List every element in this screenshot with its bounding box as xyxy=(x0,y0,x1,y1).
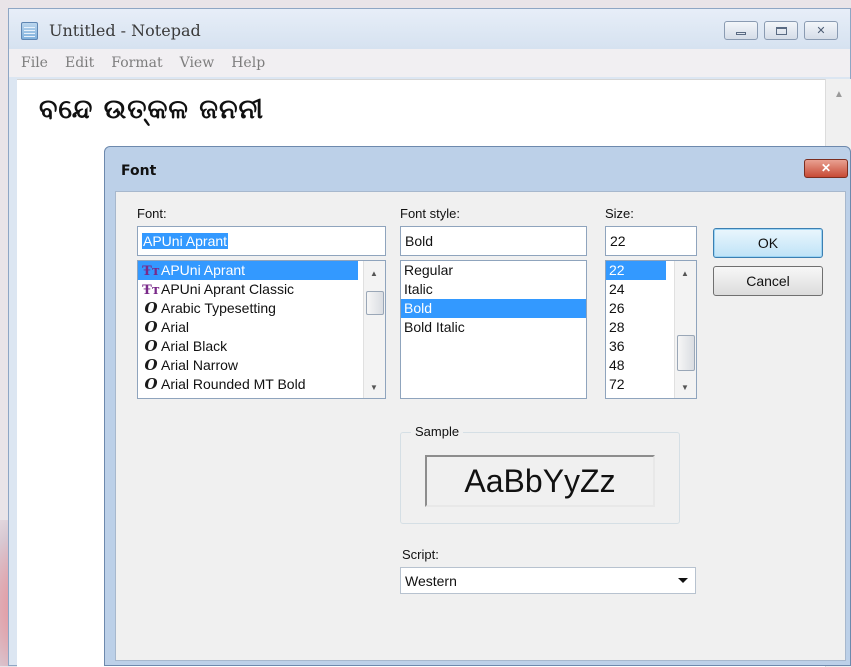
editor-text: ବନ୍ଦେ ଉତ୍କଳ ଜନନୀ xyxy=(39,94,265,125)
font-list-item[interactable]: O Arial Narrow xyxy=(138,356,385,375)
opentype-icon: O xyxy=(144,337,158,355)
dialog-titlebar[interactable]: Font ✕ xyxy=(105,147,850,191)
menu-format[interactable]: Format xyxy=(105,55,173,71)
truetype-icon: Ŧᴛ xyxy=(142,283,160,298)
menu-help[interactable]: Help xyxy=(225,55,276,71)
maximize-icon xyxy=(775,26,787,35)
notepad-icon xyxy=(21,22,38,40)
minimize-icon xyxy=(736,32,746,35)
font-list[interactable]: ŦᴛAPUni Aprant ŦᴛAPUni Aprant Classic OA… xyxy=(137,260,386,399)
style-list-item[interactable]: Bold Italic xyxy=(401,318,586,337)
chevron-down-icon xyxy=(678,578,688,583)
dialog-title: Font xyxy=(121,163,157,179)
font-list-item[interactable]: O Arial Black xyxy=(138,337,385,356)
font-list-item[interactable]: ŦᴛAPUni Aprant xyxy=(138,261,358,280)
minimize-button[interactable] xyxy=(724,21,758,40)
size-label: Size: xyxy=(605,206,634,221)
font-label: Font: xyxy=(137,206,167,221)
font-list-item[interactable]: O Arial xyxy=(138,318,385,337)
font-item-label: APUni Aprant xyxy=(161,262,246,278)
scroll-thumb[interactable] xyxy=(677,335,695,371)
scroll-thumb[interactable] xyxy=(366,291,384,315)
font-list-scrollbar[interactable]: ▲ ▼ xyxy=(363,261,385,398)
ok-button[interactable]: OK xyxy=(713,228,823,258)
font-item-label: Arial Narrow xyxy=(161,357,239,373)
font-style-input[interactable]: Bold xyxy=(400,226,587,256)
style-list-item[interactable]: Regular xyxy=(401,261,586,280)
sample-legend: Sample xyxy=(411,424,464,439)
cancel-button[interactable]: Cancel xyxy=(713,266,823,296)
close-button[interactable]: ✕ xyxy=(804,21,838,40)
font-name-input[interactable]: APUni Aprant xyxy=(137,226,386,256)
scroll-down-icon[interactable]: ▼ xyxy=(681,383,689,392)
font-list-item[interactable]: O Arial Rounded MT Bold xyxy=(138,375,385,394)
scroll-down-icon[interactable]: ▼ xyxy=(370,383,378,392)
opentype-icon: O xyxy=(144,318,158,336)
sample-group: Sample AaBbYyZz xyxy=(400,424,680,524)
sample-preview: AaBbYyZz xyxy=(425,455,655,507)
size-list-scrollbar[interactable]: ▲ ▼ xyxy=(674,261,696,398)
menu-view[interactable]: View xyxy=(174,55,226,71)
maximize-button[interactable] xyxy=(764,21,798,40)
font-item-label: APUni Aprant Classic xyxy=(161,281,295,297)
scroll-up-icon[interactable]: ▲ xyxy=(834,89,844,100)
font-item-label: Arial Black xyxy=(161,338,228,354)
close-icon: ✕ xyxy=(816,25,826,37)
font-list-item[interactable]: ŦᴛAPUni Aprant Classic xyxy=(138,280,385,299)
script-label: Script: xyxy=(402,547,439,562)
style-list-item[interactable]: Bold xyxy=(401,299,586,318)
dialog-close-button[interactable]: ✕ xyxy=(804,159,848,178)
opentype-icon: O xyxy=(144,299,158,317)
font-style-list[interactable]: Regular Italic Bold Bold Italic xyxy=(400,260,587,399)
menu-bar: File Edit Format View Help xyxy=(9,49,850,77)
script-select[interactable]: Western xyxy=(400,567,696,594)
window-title: Untitled - Notepad xyxy=(49,21,201,40)
font-item-label: Arabic Typesetting xyxy=(161,300,276,316)
size-list[interactable]: 22 24 26 28 36 48 72 ▲ ▼ xyxy=(605,260,697,399)
font-list-item[interactable]: O Arabic Typesetting xyxy=(138,299,385,318)
dialog-body: Font: APUni Aprant ŦᴛAPUni Aprant ŦᴛAPUn… xyxy=(115,191,846,661)
scroll-up-icon[interactable]: ▲ xyxy=(681,269,689,278)
opentype-icon: O xyxy=(144,356,158,374)
font-item-label: Arial Rounded MT Bold xyxy=(161,376,306,392)
size-list-item[interactable]: 22 xyxy=(606,261,666,280)
menu-file[interactable]: File xyxy=(15,55,59,71)
notepad-titlebar[interactable]: Untitled - Notepad ✕ xyxy=(9,9,850,49)
menu-edit[interactable]: Edit xyxy=(59,55,105,71)
scroll-up-icon[interactable]: ▲ xyxy=(370,269,378,278)
size-input[interactable]: 22 xyxy=(605,226,697,256)
font-style-label: Font style: xyxy=(400,206,460,221)
truetype-icon: Ŧᴛ xyxy=(142,264,160,279)
font-dialog: Font ✕ Font: APUni Aprant ŦᴛAPUni Aprant… xyxy=(104,146,851,666)
opentype-icon: O xyxy=(144,375,158,393)
font-item-label: Arial xyxy=(161,319,190,335)
font-name-value: APUni Aprant xyxy=(142,233,229,249)
style-list-item[interactable]: Italic xyxy=(401,280,586,299)
script-value: Western xyxy=(405,573,457,589)
